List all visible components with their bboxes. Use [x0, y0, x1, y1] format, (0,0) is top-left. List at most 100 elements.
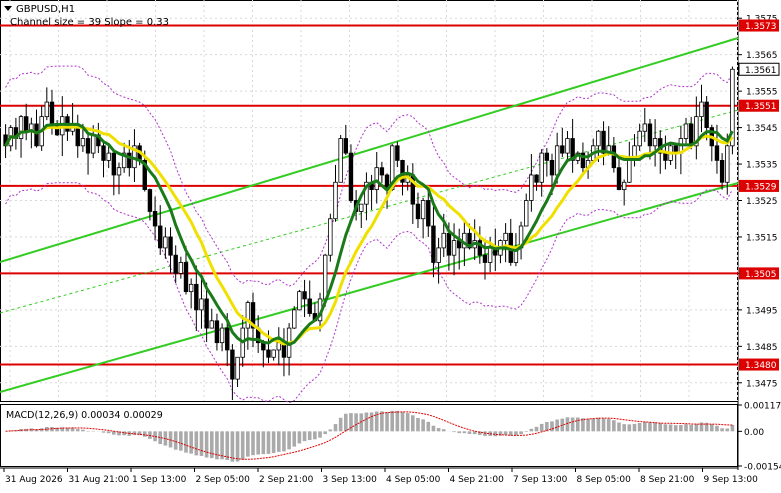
time-tick-label: 1 Sep 13:00 [132, 475, 187, 485]
candle-body [596, 130, 601, 147]
candle-body [116, 167, 122, 176]
candle-body [85, 138, 91, 154]
price-tick-label: 1.3555 [746, 88, 778, 98]
candle-body [80, 138, 86, 147]
candle-body [704, 101, 709, 128]
candle-body [307, 298, 312, 314]
candle-body [44, 101, 50, 118]
candle-body [539, 152, 544, 183]
candle-body [219, 327, 225, 344]
candle-body [338, 138, 343, 183]
candle-body [168, 236, 173, 256]
candle-body [663, 152, 668, 161]
candle-body [266, 349, 271, 358]
candle-body [441, 232, 446, 249]
level-1-3573-label: 1.3573 [745, 22, 777, 32]
candle-body [565, 138, 570, 154]
candle-body [436, 247, 441, 263]
candle-body [245, 302, 251, 329]
candle-body [616, 167, 622, 190]
candle-body [271, 349, 276, 358]
level-1-3480-label: 1.3480 [745, 361, 777, 371]
time-tick-label: 8 Sep 05:00 [577, 475, 632, 485]
candle-body [637, 130, 642, 147]
chart-window[interactable]: 0.001170.00-0.00154 1.35751.35651.35551.… [0, 0, 781, 489]
candle-body [395, 145, 400, 161]
candle-body [348, 152, 354, 201]
candle-body [204, 298, 209, 329]
candle-body [147, 189, 153, 212]
candle-body [199, 298, 204, 311]
price-tick-label: 1.3495 [746, 306, 778, 316]
time-tick-label: 2 Sep 05:00 [196, 475, 251, 485]
candle-body [379, 167, 385, 176]
time-tick-label: 4 Sep 05:00 [386, 475, 441, 485]
time-tick-label: 31 Aug 21:00 [69, 475, 130, 485]
level-1-3551-label: 1.3551 [745, 102, 777, 112]
candle-body [106, 152, 111, 161]
price-chart[interactable]: 0.001170.00-0.00154 1.35751.35651.35551.… [0, 0, 781, 489]
candle-body [714, 145, 720, 161]
candle-body [49, 101, 55, 125]
candle-body [451, 240, 457, 256]
candle-body [322, 254, 328, 300]
symbol-title: GBPUSD,H1 [16, 4, 75, 15]
price-tick-label: 1.3515 [746, 233, 778, 243]
macd-tick-label: 0.00117 [744, 402, 781, 412]
candle-body [647, 123, 653, 147]
candle-body [152, 211, 158, 227]
candle-body [225, 327, 230, 351]
candle-body [549, 159, 555, 176]
candle-body [209, 320, 214, 329]
time-axis: 31 Aug 2026 31 Aug 21:00 1 Sep 13:00 2 Sep … [3, 468, 759, 485]
candle-body [302, 291, 307, 300]
current-price-label: 1.3561 [745, 66, 777, 76]
candle-body [173, 254, 178, 274]
candle-body [683, 123, 689, 139]
price-tick-label: 1.3545 [746, 124, 778, 134]
candle-body [611, 145, 617, 169]
candle-body [214, 320, 220, 344]
time-tick-label: 31 Aug 2026 [5, 475, 63, 485]
candle-body [101, 145, 106, 161]
candle-body [554, 145, 560, 176]
time-tick-label: 9 Sep 13:00 [704, 475, 759, 485]
level-price-labels: 1.3573 1.3551 1.3529 1.3505 1.3480 1.3561 [738, 19, 780, 371]
candle-body [431, 225, 436, 263]
candle-body [534, 174, 539, 183]
candle-body [91, 134, 96, 154]
macd-tick-label: 0.00 [744, 428, 764, 438]
candle-body [230, 349, 235, 380]
price-tick-label: 1.3565 [746, 51, 778, 61]
time-tick-label: 7 Sep 13:00 [513, 475, 568, 485]
candle-body [343, 138, 349, 154]
price-tick-label: 1.3535 [746, 161, 778, 171]
candle-body [292, 309, 297, 329]
channel-info: Channel size = 39 Slope = 0.33 [10, 17, 169, 28]
candle-body [482, 254, 488, 263]
candle-body [163, 236, 168, 249]
price-tick-label: 1.3485 [746, 343, 778, 353]
candle-body [235, 356, 240, 380]
candle-body [621, 181, 627, 190]
candle-body [627, 159, 632, 183]
candle-body [560, 145, 565, 154]
candle-body [34, 123, 39, 147]
candle-body [487, 247, 493, 263]
candle-body [178, 262, 184, 274]
candle-body [688, 123, 694, 147]
macd-tick-label: -0.00154 [744, 463, 781, 473]
candle-body [194, 283, 199, 311]
candle-body [652, 138, 658, 147]
candle-body [297, 291, 302, 311]
time-tick-label: 4 Sep 21:00 [450, 475, 505, 485]
candle-body [276, 342, 281, 351]
candle-body [359, 203, 364, 212]
candle-body [719, 159, 725, 183]
candle-body [374, 167, 379, 190]
time-tick-label: 8 Sep 21:00 [640, 475, 695, 485]
candle-body [642, 123, 647, 132]
candle-body [446, 232, 452, 256]
time-tick-label: 2 Sep 21:00 [259, 475, 314, 485]
candle-body [503, 232, 508, 242]
